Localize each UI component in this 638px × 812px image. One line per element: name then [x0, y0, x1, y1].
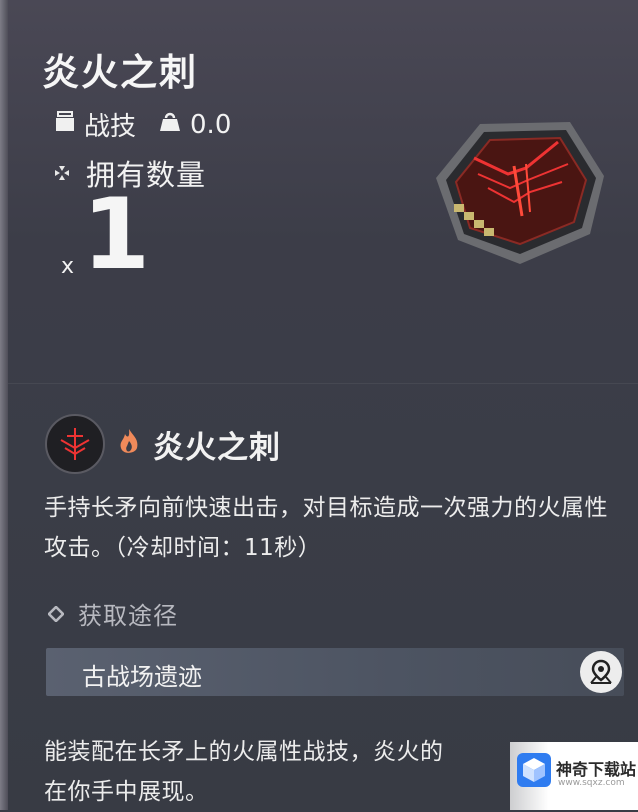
owned-count-value: 1 — [82, 178, 151, 292]
skill-description: 手持长矛向前快速出击，对目标造成一次强力的火属性攻击。（冷却时间：11秒） — [44, 495, 608, 561]
skill-gem-emblem — [430, 116, 610, 280]
source-location-entry[interactable]: 古战场遗迹 — [46, 648, 624, 696]
skill-name: 炎火之刺 — [153, 429, 281, 466]
site-watermark: 神奇下载站 www.sqxz.com — [510, 742, 638, 810]
map-pin-icon[interactable] — [580, 651, 622, 693]
skill-icon — [45, 414, 105, 474]
item-title: 炎火之刺 — [42, 51, 198, 94]
item-type-label: 战技 — [84, 112, 137, 142]
item-weight-value: 0.0 — [190, 109, 232, 140]
source-heading: 获取途径 — [47, 596, 178, 631]
fire-element-icon — [117, 427, 141, 461]
source-heading-label: 获取途径 — [78, 602, 178, 630]
count-prefix: x — [61, 254, 75, 279]
watermark-url: www.sqxz.com — [558, 778, 625, 788]
skill-header: 炎火之刺 — [45, 414, 281, 474]
watermark-name: 神奇下载站 — [556, 760, 637, 779]
diamond-icon — [47, 600, 65, 628]
weight-icon — [158, 109, 182, 140]
watermark-logo-icon — [517, 753, 551, 787]
source-location-label: 古战场遗迹 — [82, 663, 202, 691]
owned-count-icon — [52, 156, 72, 190]
skill-type-icon — [54, 109, 76, 140]
section-divider — [8, 383, 638, 384]
item-meta-row: 战技 0.0 — [54, 106, 231, 143]
